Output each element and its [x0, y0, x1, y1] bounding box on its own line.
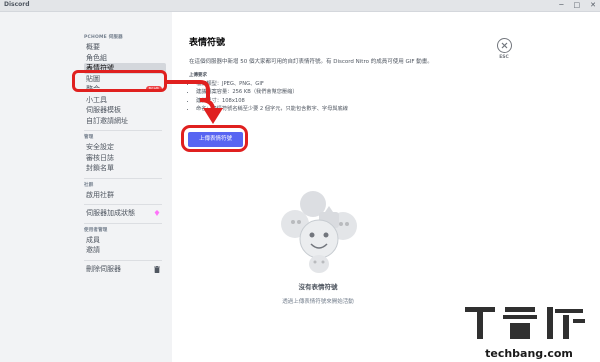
- sidebar-item-server-template[interactable]: 伺服器模板: [84, 105, 166, 116]
- sidebar-header-user-management: 使用者管理: [84, 227, 108, 233]
- sidebar-item-audit-log[interactable]: 審核日誌: [84, 153, 166, 164]
- upload-emoji-button[interactable]: 上傳表情符號: [188, 132, 243, 147]
- close-settings-button[interactable]: ESC: [496, 38, 512, 60]
- title-bar: Discord ─ □ ✕: [0, 0, 600, 12]
- sidebar-item-label: 啟用社群: [86, 190, 114, 199]
- requirement-item: 命名：表情符號名稱至少要 2 個字元，只能包含數字、字母與底線: [196, 105, 348, 113]
- requirement-item: 建議檔案容量：256 KB（我們會幫您壓縮）: [196, 88, 348, 96]
- sidebar-item-label: 刪除伺服器: [86, 264, 121, 273]
- sidebar-divider: [84, 130, 162, 131]
- sidebar-item-bans[interactable]: 封鎖名單: [84, 163, 166, 174]
- sidebar-divider: [84, 259, 162, 261]
- sidebar-item-label: 自訂邀請網址: [86, 116, 128, 125]
- esc-label: ESC: [499, 55, 509, 60]
- sidebar-divider: [84, 222, 162, 224]
- sidebar-item-label: 安全設定: [86, 143, 114, 151]
- sidebar-item-delete-server[interactable]: 刪除伺服器: [84, 264, 166, 275]
- sidebar-item-safety-setup[interactable]: 安全設定: [84, 142, 166, 153]
- sidebar-divider: [84, 204, 162, 205]
- sidebar-header-community: 社群: [84, 182, 94, 188]
- sidebar-item-label: 邀請: [86, 246, 100, 254]
- empty-state-title: 沒有表情符號: [298, 283, 338, 291]
- sidebar-item-label: 概要: [86, 43, 100, 51]
- sidebar-header-moderation: 管理: [84, 135, 94, 140]
- sidebar-item-label: 封鎖名單: [86, 164, 114, 172]
- techbang-watermark-logo: techbang.com: [465, 307, 585, 360]
- sidebar-item-vanity-url[interactable]: 自訂邀請網址: [84, 116, 166, 127]
- sidebar-item-members[interactable]: 成員: [84, 235, 166, 246]
- settings-sidebar: PCHOME 伺服器 概要 角色組 表情符號 貼圖 整合 新功能 小工具 伺服器…: [0, 12, 172, 362]
- sidebar-item-overview[interactable]: 概要: [84, 42, 166, 53]
- app-name: Discord: [4, 1, 30, 8]
- trash-icon: [154, 265, 160, 273]
- sidebar-divider: [84, 177, 162, 179]
- sidebar-item-label: 小工具: [86, 95, 107, 104]
- sidebar-item-label: 伺服器加成狀態: [86, 209, 135, 217]
- minimize-button[interactable]: ─: [559, 0, 563, 11]
- empty-state-subtitle: 透過上傳表情符號來開始活動: [282, 299, 354, 305]
- sidebar-item-label: 伺服器模板: [86, 106, 121, 114]
- boost-gem-icon: [154, 210, 160, 216]
- sidebar-item-label: 成員: [86, 235, 100, 244]
- sidebar-item-widget[interactable]: 小工具: [84, 95, 166, 106]
- requirements-heading: 上傳要求: [189, 73, 207, 78]
- sidebar-item-boost-status[interactable]: 伺服器加成狀態: [84, 208, 166, 219]
- requirements-list: 檔案類型：JPEG、PNG、GIF 建議檔案容量：256 KB（我們會幫您壓縮）…: [189, 80, 348, 113]
- empty-emoji-illustration: [281, 191, 357, 273]
- sidebar-item-enable-community[interactable]: 啟用社群: [84, 190, 166, 201]
- requirement-item: 檔案類型：JPEG、PNG、GIF: [196, 80, 348, 88]
- sidebar-emoji-highlight: [72, 70, 167, 92]
- sidebar-item-invites[interactable]: 邀請: [84, 245, 166, 256]
- requirement-item: 建議尺寸：108x108: [196, 97, 348, 105]
- sidebar-item-label: 審核日誌: [86, 153, 114, 162]
- close-window-button[interactable]: ✕: [590, 0, 596, 11]
- sidebar-header-server: PCHOME 伺服器: [84, 35, 123, 40]
- close-icon: [496, 38, 512, 53]
- page-title: 表情符號: [189, 38, 226, 48]
- sidebar-item-label: 角色組: [86, 53, 107, 62]
- emoji-description: 在這個伺服器中新增 50 個大家都可用的自訂表情符號。有 Discord Nit…: [189, 59, 433, 65]
- svg-text:techbang.com: techbang.com: [485, 347, 573, 360]
- window-controls: ─ □ ✕: [559, 0, 596, 11]
- sidebar-item-roles[interactable]: 角色組: [84, 53, 166, 64]
- maximize-button[interactable]: □: [574, 0, 581, 11]
